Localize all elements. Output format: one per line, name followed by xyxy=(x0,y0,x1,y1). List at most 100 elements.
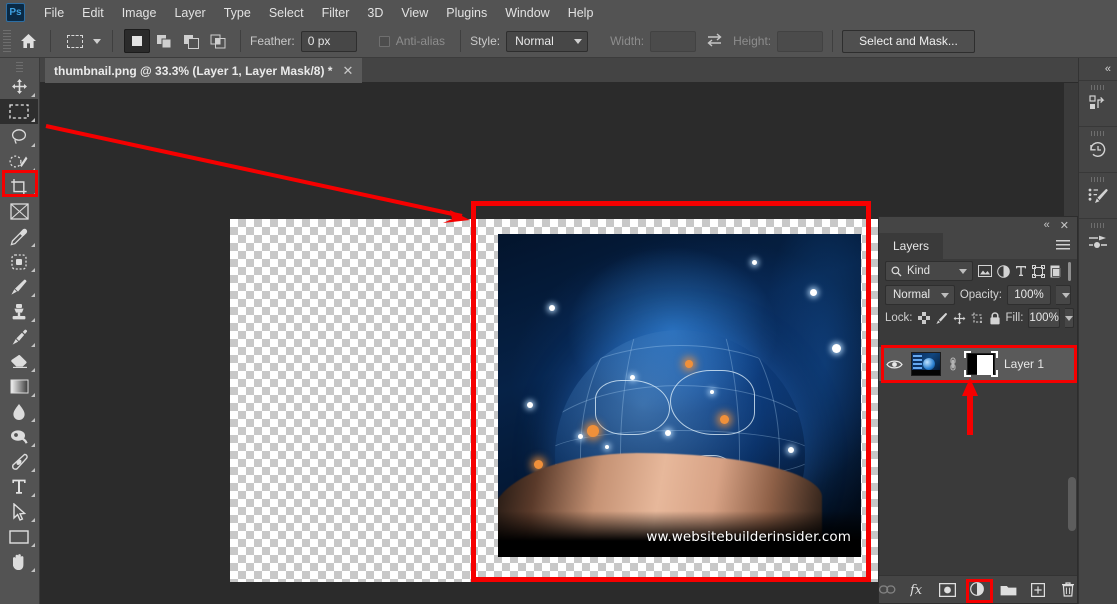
panel-grip[interactable] xyxy=(1091,85,1105,90)
feather-input[interactable]: 0 px xyxy=(300,30,357,52)
swap-arrows-icon[interactable] xyxy=(706,32,723,50)
layer-style-button[interactable]: fx xyxy=(909,580,926,600)
blend-mode-select[interactable]: Normal xyxy=(885,285,955,305)
libraries-icon[interactable] xyxy=(1079,80,1117,126)
hand-tool[interactable] xyxy=(0,549,38,574)
path-selection-tool[interactable] xyxy=(0,499,38,524)
height-input[interactable] xyxy=(777,30,824,52)
lock-artboard-icon[interactable] xyxy=(971,309,984,327)
divider xyxy=(240,30,241,52)
spot-healing-brush-tool[interactable] xyxy=(0,249,38,274)
document-canvas[interactable]: ww.websitebuilderinsider.com xyxy=(230,201,878,582)
pen-tool[interactable] xyxy=(0,449,38,474)
layer-filter-kind-select[interactable]: Kind xyxy=(885,261,973,281)
style-select[interactable]: Normal xyxy=(506,30,589,52)
menu-item-view[interactable]: View xyxy=(392,3,437,23)
menu-item-image[interactable]: Image xyxy=(113,3,166,23)
filter-shape-layers-icon[interactable] xyxy=(1032,262,1045,280)
link-layers-button[interactable] xyxy=(879,580,896,600)
menu-item-filter[interactable]: Filter xyxy=(313,3,359,23)
home-icon[interactable] xyxy=(15,29,41,53)
eyedropper-tool[interactable] xyxy=(0,224,38,249)
anti-alias-checkbox[interactable] xyxy=(378,35,390,47)
tab-layers[interactable]: Layers xyxy=(879,233,944,259)
collapse-icon[interactable]: « xyxy=(1044,219,1050,231)
layer-mask-thumbnail[interactable] xyxy=(964,351,998,377)
menu-item-help[interactable]: Help xyxy=(559,3,603,23)
filter-smart-object-icon[interactable] xyxy=(1050,262,1062,280)
mask-link-icon[interactable] xyxy=(947,357,958,371)
filter-pixel-layers-icon[interactable] xyxy=(978,262,992,280)
width-input[interactable] xyxy=(650,30,697,52)
history-icon[interactable] xyxy=(1079,126,1117,172)
document-tab[interactable]: thumbnail.png @ 33.3% (Layer 1, Layer Ma… xyxy=(45,58,363,83)
menu-item-file[interactable]: File xyxy=(35,3,73,23)
eraser-tool[interactable] xyxy=(0,349,38,374)
properties-sliders-icon[interactable] xyxy=(1079,218,1117,264)
lock-position-icon[interactable] xyxy=(953,309,966,327)
filter-adjustment-layers-icon[interactable] xyxy=(997,262,1010,280)
adjustments-brush-icon[interactable] xyxy=(1079,172,1117,218)
layer-thumbnail[interactable] xyxy=(911,352,941,376)
toolbar-grip[interactable] xyxy=(16,62,23,72)
chevron-down-icon xyxy=(574,38,583,44)
dodge-tool[interactable] xyxy=(0,424,38,449)
frame-tool[interactable] xyxy=(0,199,38,224)
fill-value[interactable]: 100% xyxy=(1028,308,1060,328)
select-and-mask-button[interactable]: Select and Mask... xyxy=(842,29,975,53)
menu-item-plugins[interactable]: Plugins xyxy=(437,3,496,23)
new-layer-button[interactable] xyxy=(1030,580,1047,600)
brush-tool[interactable] xyxy=(0,274,38,299)
menu-item-edit[interactable]: Edit xyxy=(73,3,113,23)
type-tool[interactable] xyxy=(0,474,38,499)
close-icon[interactable]: ✕ xyxy=(1060,219,1069,232)
opacity-value[interactable]: 100% xyxy=(1007,285,1051,305)
fill-stepper[interactable] xyxy=(1064,308,1074,328)
rectangular-marquee-tool[interactable] xyxy=(0,99,38,124)
lock-transparent-pixels-icon[interactable] xyxy=(917,309,930,327)
collapse-panels-icon[interactable]: « xyxy=(1079,58,1117,80)
menu-item-3d[interactable]: 3D xyxy=(358,3,392,23)
add-to-selection-button[interactable] xyxy=(151,29,177,53)
subtract-from-selection-button[interactable] xyxy=(178,29,204,53)
clone-stamp-tool[interactable] xyxy=(0,299,38,324)
add-layer-mask-button[interactable] xyxy=(939,580,957,600)
new-selection-button[interactable] xyxy=(124,29,150,53)
eye-icon[interactable] xyxy=(883,359,905,370)
menu-item-window[interactable]: Window xyxy=(496,3,558,23)
table-row[interactable]: Layer 1 xyxy=(879,347,1077,381)
tool-preset-picker[interactable] xyxy=(60,30,103,52)
filter-toggle-icon[interactable] xyxy=(1068,261,1071,281)
options-bar-grip[interactable] xyxy=(3,30,11,52)
panel-grip[interactable] xyxy=(1091,131,1105,136)
new-group-button[interactable] xyxy=(1000,580,1017,600)
lock-image-pixels-icon[interactable] xyxy=(935,309,948,327)
menu-item-select[interactable]: Select xyxy=(260,3,313,23)
delete-layer-button[interactable] xyxy=(1060,580,1077,600)
close-icon[interactable]: ✕ xyxy=(342,63,353,79)
history-brush-tool[interactable] xyxy=(0,324,38,349)
blur-tool[interactable] xyxy=(0,399,38,424)
gradient-tool[interactable] xyxy=(0,374,38,399)
opacity-stepper[interactable] xyxy=(1056,285,1071,305)
layers-panel-titlebar: « ✕ xyxy=(879,217,1077,233)
panel-menu-icon[interactable] xyxy=(1056,240,1070,251)
new-adjustment-layer-button[interactable] xyxy=(969,580,986,600)
panel-grip[interactable] xyxy=(1091,177,1105,182)
layers-scrollbar[interactable] xyxy=(1068,477,1076,531)
filter-type-layers-icon[interactable] xyxy=(1015,262,1027,280)
menu-item-type[interactable]: Type xyxy=(215,3,260,23)
move-tool[interactable] xyxy=(0,74,38,99)
rectangle-tool[interactable] xyxy=(0,524,38,549)
panel-grip[interactable] xyxy=(1091,223,1105,228)
layer-list[interactable]: Layer 1 xyxy=(879,347,1077,565)
layer-name[interactable]: Layer 1 xyxy=(1004,357,1044,371)
intersect-with-selection-button[interactable] xyxy=(205,29,231,53)
lasso-tool[interactable] xyxy=(0,124,38,149)
lock-all-icon[interactable] xyxy=(989,309,1001,327)
object-selection-tool[interactable] xyxy=(0,149,38,174)
menu-item-layer[interactable]: Layer xyxy=(165,3,214,23)
crop-tool[interactable] xyxy=(0,174,38,199)
chevron-down-icon xyxy=(940,292,949,298)
chevron-down-icon[interactable] xyxy=(93,38,101,44)
